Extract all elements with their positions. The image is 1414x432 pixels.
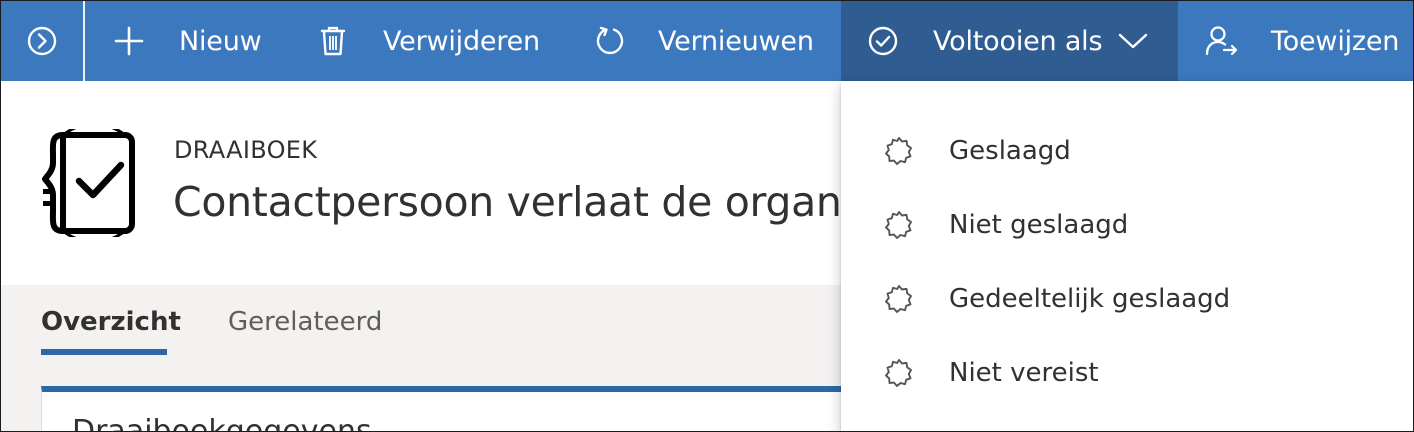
assign-button-label: Toewijzen [1271,25,1400,57]
dropdown-item-label: Gedeeltelijk geslaagd [949,284,1231,314]
page-title: Contactpersoon verlaat de organis [173,178,874,226]
section-title: Draaiboekgegevens [72,414,372,432]
playbook-checklist-icon [41,122,145,244]
chevron-circle-icon [26,25,58,57]
app-window: Nieuw Verwijderen Vernieuwen Voltooien a… [0,0,1414,432]
chevron-down-icon [1118,31,1148,51]
badge-icon [885,136,913,170]
badge-icon [885,358,913,392]
refresh-icon [594,25,626,57]
complete-as-dropdown: Geslaagd Niet geslaagd Gedeeltelijk gesl… [841,81,1413,431]
tab-overview[interactable]: Overzicht [41,307,181,337]
tab-related[interactable]: Gerelateerd [228,307,382,337]
refresh-button-label: Vernieuwen [658,25,814,57]
new-button[interactable]: Nieuw [113,1,262,81]
checkmark-circle-icon [867,25,899,57]
badge-icon [885,210,913,244]
badge-icon [885,284,913,318]
assign-button[interactable]: Toewijzen [1205,1,1399,81]
dropdown-item-label: Geslaagd [949,136,1071,166]
dropdown-item-label: Niet geslaagd [949,210,1129,240]
plus-icon [113,25,145,57]
delete-button-label: Verwijderen [383,25,540,57]
complete-as-button[interactable]: Voltooien als [867,1,1148,81]
dropdown-item-succeeded[interactable]: Geslaagd [841,114,1413,188]
dropdown-item-partially-succeeded[interactable]: Gedeeltelijk geslaagd [841,262,1413,336]
trash-icon [320,26,346,56]
dropdown-item-not-succeeded[interactable]: Niet geslaagd [841,188,1413,262]
command-bar: Nieuw Verwijderen Vernieuwen Voltooien a… [1,1,1413,81]
command-bar-divider [83,1,85,81]
dropdown-item-label: Niet vereist [949,358,1099,388]
entity-type-label: DRAAIBOEK [174,136,318,164]
active-tab-indicator [41,349,167,355]
assign-person-icon [1205,25,1239,57]
delete-button[interactable]: Verwijderen [320,1,540,81]
complete-as-button-label: Voltooien als [933,25,1103,57]
dropdown-item-not-required[interactable]: Niet vereist [841,336,1413,410]
new-button-label: Nieuw [179,25,262,57]
collapse-button[interactable] [1,1,83,81]
refresh-button[interactable]: Vernieuwen [594,1,814,81]
